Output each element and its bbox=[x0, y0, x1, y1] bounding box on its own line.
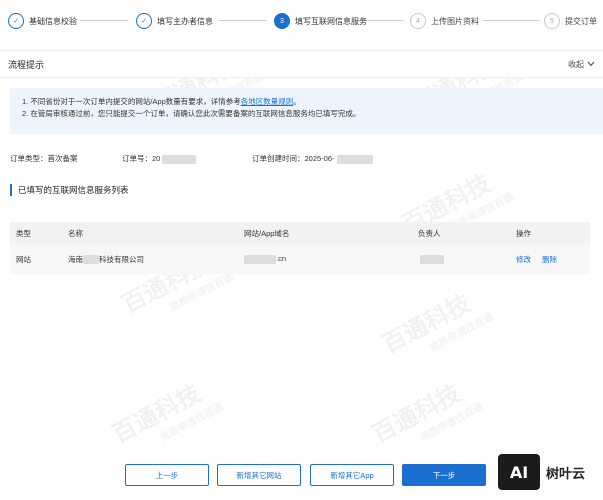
notice-line-2: 2. 在管局审核通过前，您只能提交一个订单，请确认您此次需要备案的互联网信息服务… bbox=[22, 109, 361, 118]
col-name: 名称 bbox=[68, 228, 83, 238]
check-icon: ✓ bbox=[136, 13, 152, 29]
step-internet-service: 3 填写互联网信息服务 bbox=[274, 12, 367, 30]
notice-box: 1. 不同省份对于一次订单内提交的网站/App数量有要求，详情参考各地区数量规则… bbox=[10, 88, 603, 134]
region-rules-link[interactable]: 各地区数量规则 bbox=[241, 97, 294, 106]
step-number: 4 bbox=[410, 13, 426, 29]
edit-link[interactable]: 修改 bbox=[516, 254, 531, 265]
col-type: 类型 bbox=[16, 228, 31, 238]
step-label: 填写主办者信息 bbox=[157, 16, 213, 26]
step-label: 基础信息校验 bbox=[29, 16, 77, 26]
step-connector bbox=[80, 20, 128, 21]
step-number: 5 bbox=[544, 13, 560, 29]
col-actions: 操作 bbox=[516, 228, 531, 238]
col-domain: 网站/App域名 bbox=[244, 228, 290, 238]
delete-link[interactable]: 删除 bbox=[542, 254, 557, 265]
step-label: 上传图片资料 bbox=[431, 16, 479, 26]
order-type: 订单类型：首次备案 bbox=[10, 154, 78, 163]
redacted-block bbox=[420, 254, 444, 264]
step-host-info: ✓ 填写主办者信息 bbox=[136, 12, 213, 30]
row-name: 海南 科技有限公司 bbox=[68, 254, 144, 265]
order-id: 订单号：20 bbox=[122, 153, 197, 164]
redacted-block bbox=[336, 154, 373, 164]
col-owner: 负责人 bbox=[418, 228, 441, 238]
flow-tips-title: 流程提示 bbox=[8, 59, 45, 70]
flow-tips-header: 流程提示 收起 bbox=[0, 50, 603, 78]
row-type: 网站 bbox=[16, 254, 31, 264]
progress-steps: ✓ 基础信息校验 ✓ 填写主办者信息 3 填写互联网信息服务 4 上传图片资料 … bbox=[0, 0, 603, 42]
step-submit-order: 5 提交订单 bbox=[544, 12, 597, 30]
notice-line-1: 1. 不同省份对于一次订单内提交的网站/App数量有要求，详情参考各地区数量规则… bbox=[22, 97, 301, 106]
watermark: 百通科技资质申请找百通 bbox=[107, 379, 226, 449]
add-app-button[interactable]: 新增其它App bbox=[310, 464, 394, 486]
service-table: 类型 名称 网站/App域名 负责人 操作 网站 海南 科技有限公司 .cn 修改… bbox=[10, 222, 590, 274]
watermark: 百通科技资质申请找百通 bbox=[377, 289, 496, 359]
step-label: 提交订单 bbox=[565, 16, 597, 26]
corner-logo: AI 树叶云 bbox=[498, 452, 603, 492]
collapse-toggle[interactable]: 收起 bbox=[568, 59, 595, 70]
redacted-block bbox=[83, 255, 99, 265]
watermark: 百通科技资质申请找百通 bbox=[367, 379, 486, 449]
order-created-time: 订单创建时间：2025-06- bbox=[252, 153, 373, 164]
redacted-block bbox=[162, 154, 197, 164]
row-owner bbox=[420, 254, 444, 264]
brand-name: 树叶云 bbox=[546, 465, 586, 481]
order-info: 订单类型：首次备案 订单号：20 订单创建时间：2025-06- bbox=[10, 153, 590, 165]
row-domain: .cn bbox=[244, 254, 286, 264]
section-title: 已填写的互联网信息服务列表 bbox=[10, 184, 129, 196]
step-upload-images: 4 上传图片资料 bbox=[410, 12, 479, 30]
table-header: 类型 名称 网站/App域名 负责人 操作 bbox=[10, 222, 590, 244]
table-row: 网站 海南 科技有限公司 .cn 修改 删除 bbox=[10, 244, 590, 274]
check-icon: ✓ bbox=[8, 13, 24, 29]
collapse-label: 收起 bbox=[568, 59, 584, 69]
chevron-down-icon bbox=[587, 61, 595, 67]
step-connector bbox=[482, 20, 540, 21]
add-website-button[interactable]: 新增其它网站 bbox=[217, 464, 301, 486]
step-number: 3 bbox=[274, 13, 290, 29]
step-label: 填写互联网信息服务 bbox=[295, 16, 367, 26]
prev-step-button[interactable]: 上一步 bbox=[125, 464, 209, 486]
ai-logo-icon: AI bbox=[498, 454, 540, 490]
step-connector bbox=[218, 20, 266, 21]
step-basic-check: ✓ 基础信息校验 bbox=[8, 12, 77, 30]
redacted-block bbox=[244, 254, 276, 264]
next-step-button[interactable]: 下一步 bbox=[402, 464, 486, 486]
